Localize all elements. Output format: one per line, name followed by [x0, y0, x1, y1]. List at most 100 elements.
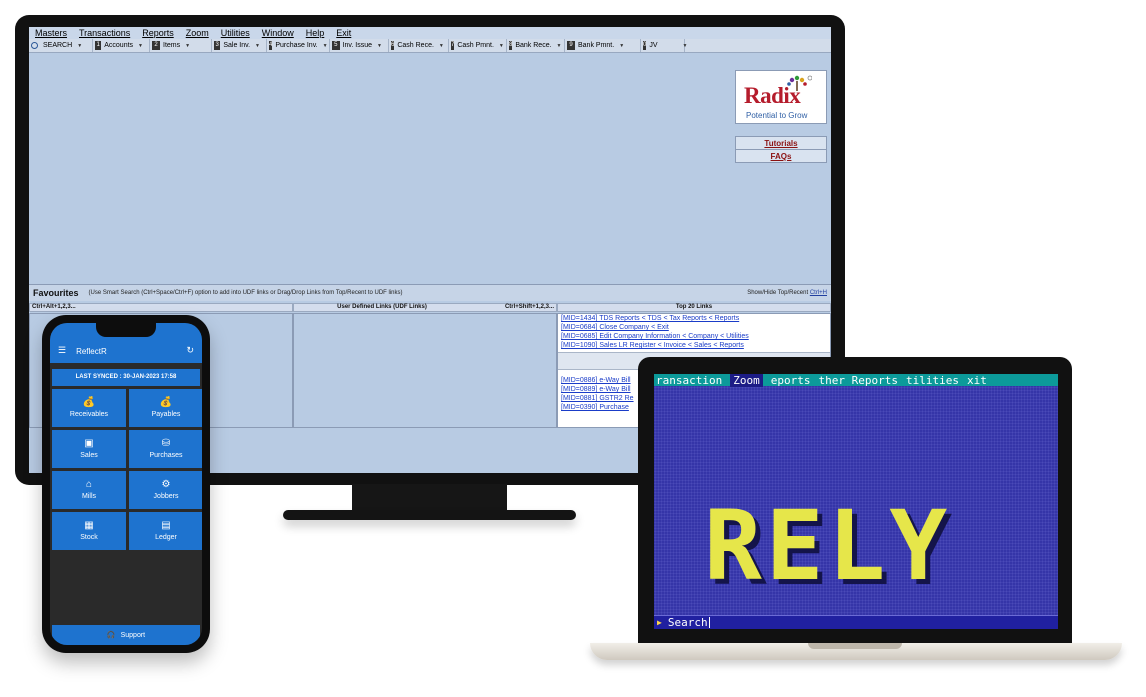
toolbar-cash-pmnt[interactable]: 7 Cash Pmnt. ▼ [449, 39, 507, 52]
menu-help[interactable]: Help [306, 28, 325, 38]
shortcut-key-badge: 7 [451, 41, 455, 50]
chevron-down-icon: ▼ [255, 42, 260, 49]
cash-icon: ▣ [84, 438, 94, 449]
toolbar-search-label: SEARCH [43, 42, 73, 49]
menu-masters[interactable]: Masters [35, 28, 67, 38]
shortcut-key-badge: 5 [332, 41, 340, 50]
menu-zoom[interactable]: Zoom [186, 28, 209, 38]
quick-toolbar: SEARCH ▼ 1 Accounts ▼ 2 Items ▼ 3 Sale I… [29, 39, 831, 53]
dos-search-bar[interactable]: ▶ Search [654, 615, 1058, 629]
toolbar-cash-rece[interactable]: 6 Cash Rece. ▼ [389, 39, 449, 52]
tile-stock[interactable]: ▦ Stock [52, 512, 126, 550]
hamburger-menu-icon[interactable]: ☰ [58, 345, 66, 356]
tile-payables[interactable]: 💰 Payables [129, 389, 202, 427]
dos-menu-exit[interactable]: xit [967, 374, 987, 387]
radix-logo: Radix [744, 83, 801, 108]
tile-label: Sales [80, 452, 98, 459]
refresh-icon[interactable]: ↻ [186, 345, 194, 356]
top20-title: Top 20 Links [675, 304, 713, 310]
chevron-down-icon: ▼ [185, 42, 191, 49]
tile-label: Stock [80, 534, 98, 541]
shortcut-key-badge: 8 [509, 41, 513, 50]
dos-app-screen: ransaction Zoom eports ther Reports tili… [654, 374, 1058, 629]
menu-exit[interactable]: Exit [336, 28, 351, 38]
toolbar-bank-rece-label: Bank Rece. [515, 42, 552, 49]
chevron-down-icon: ▼ [138, 42, 143, 49]
phone-notch [96, 323, 156, 337]
dos-menu-reports[interactable]: eports [771, 374, 811, 387]
toolbar-accounts[interactable]: 1 Accounts ▼ [93, 39, 150, 52]
show-hide-toggle[interactable]: Show/Hide Top/Recent Ctrl+H [747, 290, 827, 296]
menu-window[interactable]: Window [262, 28, 294, 38]
chevron-down-icon: ▼ [77, 42, 83, 49]
dos-menu-other-reports[interactable]: ther Reports [818, 374, 897, 387]
top20-link[interactable]: [MID=0684] Close Company < Exit [558, 323, 830, 332]
triangle-right-icon: ▶ [657, 618, 662, 627]
udf-title: User Defined Links (UDF Links) [337, 304, 427, 310]
top20-link[interactable]: [MID=1090] Sales LR Register < Invoice <… [558, 341, 830, 350]
tile-receivables[interactable]: 💰 Receivables [52, 389, 126, 427]
toolbar-bank-rece[interactable]: 8 Bank Rece. ▼ [507, 39, 565, 52]
ledger-icon: ▤ [161, 520, 171, 531]
warehouse-icon: ▦ [84, 520, 94, 531]
laptop-notch [808, 643, 902, 649]
panel-header-top20: Top 20 Links [557, 303, 831, 312]
show-hide-label: Show/Hide Top/Recent [747, 290, 809, 296]
basket-icon: ⛁ [161, 438, 171, 449]
tutorials-link[interactable]: Tutorials [736, 137, 826, 150]
toolbar-cash-pmnt-label: Cash Pmnt. [457, 42, 494, 49]
text-cursor [708, 617, 710, 628]
gear-icon: ⚙ [161, 479, 171, 490]
faqs-link[interactable]: FAQs [736, 150, 826, 163]
right-shortcut-label: Ctrl+Shift+1,2,3... [504, 304, 554, 310]
chevron-down-icon: ▼ [682, 42, 688, 49]
favourites-title: Favourites [33, 288, 79, 298]
menu-reports[interactable]: Reports [142, 28, 174, 38]
tile-ledger[interactable]: ▤ Ledger [129, 512, 202, 550]
menu-utilities[interactable]: Utilities [221, 28, 250, 38]
toolbar-sale-inv-label: Sale Inv. [223, 42, 251, 49]
panel-header-udf: User Defined Links (UDF Links) Ctrl+Shif… [293, 303, 557, 312]
toolbar-jv[interactable]: 0 JV ▼ [641, 39, 688, 52]
top20-link[interactable]: [MID=0685] Edit Company Information < Co… [558, 332, 830, 341]
show-hide-shortcut: Ctrl+H [809, 290, 827, 296]
tile-purchases[interactable]: ⛁ Purchases [129, 430, 202, 468]
factory-icon: ⌂ [85, 479, 93, 490]
toolbar-inv-issue[interactable]: 5 Inv. Issue ▼ [330, 39, 389, 52]
toolbar-bank-pmnt[interactable]: 9 Bank Pmnt. ▼ [565, 39, 641, 52]
tile-mills[interactable]: ⌂ Mills [52, 471, 126, 509]
money-bag-icon: 💰 [159, 397, 173, 408]
tile-sales[interactable]: ▣ Sales [52, 430, 126, 468]
dos-search-label: Search [667, 616, 708, 629]
left-shortcut-label: Ctrl+Alt+1,2,3... [32, 304, 76, 310]
menu-bar: Masters Transactions Reports Zoom Utilit… [29, 27, 831, 39]
rely-logo: RELY [704, 490, 952, 602]
toolbar-items[interactable]: 2 Items ▼ [150, 39, 212, 52]
favourites-bar: Favourites (Use Smart Search (Ctrl+Space… [29, 284, 831, 301]
dos-menu-utilities[interactable]: tilities [906, 374, 959, 387]
dos-menu-transaction[interactable]: ransaction [656, 374, 722, 387]
toolbar-purchase-inv-label: Purchase Inv. [275, 42, 318, 49]
shortcut-key-badge: 1 [95, 41, 102, 50]
tile-label: Purchases [149, 452, 183, 459]
last-synced-banner: LAST SYNCED : 30-JAN-2023 17:58 [52, 369, 200, 386]
support-button[interactable]: 🎧 Support [52, 625, 200, 645]
support-label: Support [120, 631, 146, 639]
menu-transactions[interactable]: Transactions [79, 28, 130, 38]
money-bag-icon: 💰 [82, 397, 96, 408]
toolbar-search[interactable]: SEARCH ▼ [29, 39, 93, 52]
top20-link[interactable]: [MID=1434] TDS Reports < TDS < Tax Repor… [558, 314, 830, 323]
tile-jobbers[interactable]: ⚙ Jobbers [129, 471, 202, 509]
toolbar-cash-rece-label: Cash Rece. [397, 42, 434, 49]
dos-menu-zoom[interactable]: Zoom [730, 374, 763, 387]
toolbar-purchase-inv[interactable]: 4 Purchase Inv. ▼ [267, 39, 330, 52]
radix-tagline: Potential to Grow [746, 111, 808, 120]
tile-label: Receivables [69, 411, 109, 418]
toolbar-inv-issue-label: Inv. Issue [342, 42, 373, 49]
device-showcase: Masters Transactions Reports Zoom Utilit… [0, 0, 1146, 697]
mobile-app-screen: ☰ ReflectR ↻ LAST SYNCED : 30-JAN-2023 1… [50, 323, 202, 645]
app-title: ReflectR [76, 347, 107, 356]
toolbar-sale-inv[interactable]: 3 Sale Inv. ▼ [212, 39, 267, 52]
chevron-down-icon: ▼ [438, 42, 444, 49]
chevron-down-icon: ▼ [556, 42, 562, 49]
